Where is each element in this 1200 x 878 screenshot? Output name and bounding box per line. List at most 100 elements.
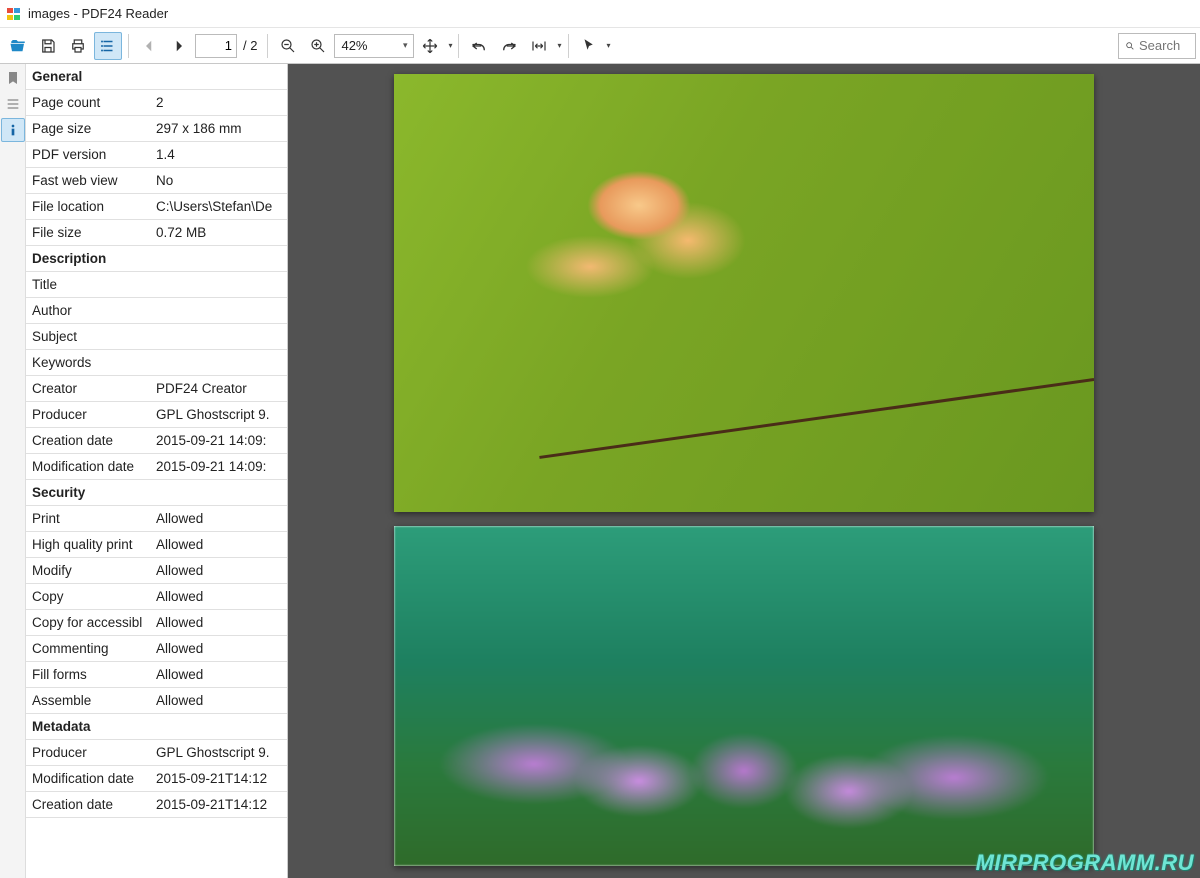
property-value: No bbox=[150, 168, 287, 194]
property-key: PDF version bbox=[26, 142, 150, 168]
separator bbox=[568, 34, 569, 58]
property-key: Copy bbox=[26, 584, 150, 610]
property-key: Subject bbox=[26, 324, 150, 350]
select-tool-button[interactable] bbox=[575, 32, 603, 60]
property-row: Page count2 bbox=[26, 90, 287, 116]
property-value bbox=[150, 298, 287, 324]
save-button[interactable] bbox=[34, 32, 62, 60]
property-key: Fill forms bbox=[26, 662, 150, 688]
property-value: Allowed bbox=[150, 610, 287, 636]
property-row: File locationC:\Users\Stefan\De bbox=[26, 194, 287, 220]
outline-tab[interactable] bbox=[1, 92, 25, 116]
property-value: GPL Ghostscript 9. bbox=[150, 402, 287, 428]
property-row: PrintAllowed bbox=[26, 506, 287, 532]
fit-width-button[interactable] bbox=[525, 32, 553, 60]
undo-button[interactable] bbox=[465, 32, 493, 60]
back-button[interactable] bbox=[135, 32, 163, 60]
document-viewer[interactable] bbox=[288, 64, 1200, 878]
zoom-select[interactable]: 42% ▾ bbox=[334, 34, 414, 58]
property-row: ProducerGPL Ghostscript 9. bbox=[26, 740, 287, 766]
chevron-down-icon[interactable]: ▾ bbox=[448, 41, 452, 50]
property-value bbox=[150, 272, 287, 298]
property-row: Fast web viewNo bbox=[26, 168, 287, 194]
property-key: Creator bbox=[26, 376, 150, 402]
info-tab[interactable] bbox=[1, 118, 25, 142]
open-button[interactable] bbox=[4, 32, 32, 60]
property-value bbox=[150, 324, 287, 350]
chevron-down-icon[interactable]: ▾ bbox=[607, 41, 611, 50]
section-header: Security bbox=[26, 480, 287, 506]
property-key: Page count bbox=[26, 90, 150, 116]
titlebar: images - PDF24 Reader bbox=[0, 0, 1200, 28]
separator bbox=[128, 34, 129, 58]
property-value: 297 x 186 mm bbox=[150, 116, 287, 142]
bookmark-tab[interactable] bbox=[1, 66, 25, 90]
pan-tool-button[interactable] bbox=[416, 32, 444, 60]
property-row: Page size297 x 186 mm bbox=[26, 116, 287, 142]
page-image bbox=[394, 74, 1094, 512]
page-1[interactable] bbox=[394, 74, 1094, 512]
property-key: Page size bbox=[26, 116, 150, 142]
property-key: Title bbox=[26, 272, 150, 298]
toolbar: / 2 42% ▾ ▾ ▾ ▾ bbox=[0, 28, 1200, 64]
zoom-out-button[interactable] bbox=[274, 32, 302, 60]
page-number-input[interactable] bbox=[195, 34, 237, 58]
property-row: CopyAllowed bbox=[26, 584, 287, 610]
property-value: Allowed bbox=[150, 636, 287, 662]
property-key: Creation date bbox=[26, 428, 150, 454]
search-icon bbox=[1125, 39, 1135, 53]
property-row: ModifyAllowed bbox=[26, 558, 287, 584]
zoom-value: 42% bbox=[341, 38, 367, 53]
property-value: 2 bbox=[150, 90, 287, 116]
property-key: Modification date bbox=[26, 766, 150, 792]
property-value: Allowed bbox=[150, 688, 287, 714]
page-2[interactable] bbox=[394, 526, 1094, 866]
properties-toggle-button[interactable] bbox=[94, 32, 122, 60]
property-value: 2015-09-21 14:09: bbox=[150, 428, 287, 454]
search-box[interactable] bbox=[1118, 33, 1196, 59]
property-value: GPL Ghostscript 9. bbox=[150, 740, 287, 766]
property-row: Creation date2015-09-21 14:09: bbox=[26, 428, 287, 454]
property-row: CommentingAllowed bbox=[26, 636, 287, 662]
redo-button[interactable] bbox=[495, 32, 523, 60]
property-row: CreatorPDF24 Creator bbox=[26, 376, 287, 402]
property-key: High quality print bbox=[26, 532, 150, 558]
property-value: 2015-09-21 14:09: bbox=[150, 454, 287, 480]
property-value: 2015-09-21T14:12 bbox=[150, 792, 287, 818]
property-value: 2015-09-21T14:12 bbox=[150, 766, 287, 792]
window-title: images - PDF24 Reader bbox=[28, 6, 168, 21]
property-key: Keywords bbox=[26, 350, 150, 376]
property-key: Commenting bbox=[26, 636, 150, 662]
app-logo-icon bbox=[6, 6, 22, 22]
search-input[interactable] bbox=[1139, 38, 1189, 53]
separator bbox=[267, 34, 268, 58]
property-row: File size0.72 MB bbox=[26, 220, 287, 246]
property-key: Assemble bbox=[26, 688, 150, 714]
print-button[interactable] bbox=[64, 32, 92, 60]
property-key: Modify bbox=[26, 558, 150, 584]
property-value: C:\Users\Stefan\De bbox=[150, 194, 287, 220]
chevron-down-icon[interactable]: ▾ bbox=[557, 41, 561, 50]
property-row: Modification date2015-09-21T14:12 bbox=[26, 766, 287, 792]
separator bbox=[458, 34, 459, 58]
property-key: Print bbox=[26, 506, 150, 532]
property-row: Fill formsAllowed bbox=[26, 662, 287, 688]
side-rail bbox=[0, 64, 26, 878]
section-header: Description bbox=[26, 246, 287, 272]
property-value: PDF24 Creator bbox=[150, 376, 287, 402]
section-header: General bbox=[26, 64, 287, 90]
property-value: Allowed bbox=[150, 558, 287, 584]
property-key: Creation date bbox=[26, 792, 150, 818]
page-image bbox=[394, 526, 1094, 866]
forward-button[interactable] bbox=[165, 32, 193, 60]
property-value: Allowed bbox=[150, 532, 287, 558]
property-row: Title bbox=[26, 272, 287, 298]
page-total-label: / 2 bbox=[239, 38, 261, 53]
property-key: Modification date bbox=[26, 454, 150, 480]
properties-panel[interactable]: GeneralPage count2Page size297 x 186 mmP… bbox=[26, 64, 288, 878]
property-value: Allowed bbox=[150, 584, 287, 610]
property-row: Creation date2015-09-21T14:12 bbox=[26, 792, 287, 818]
property-row: High quality printAllowed bbox=[26, 532, 287, 558]
property-key: File location bbox=[26, 194, 150, 220]
zoom-in-button[interactable] bbox=[304, 32, 332, 60]
